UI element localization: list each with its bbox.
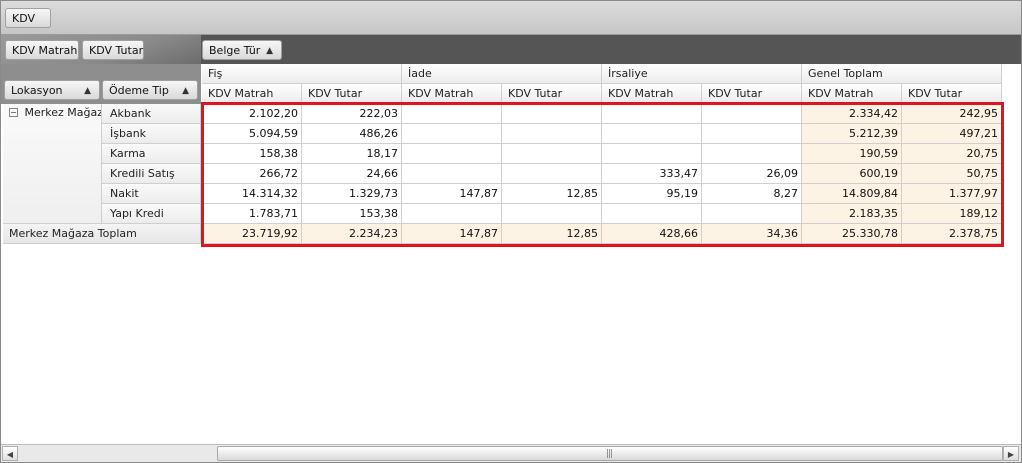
column-header-fis[interactable]: Fiş — [202, 64, 402, 84]
value-cell[interactable] — [502, 124, 602, 144]
measure-header[interactable]: KDV Matrah — [602, 84, 702, 104]
row-header-merkez-magaza[interactable]: − Merkez Mağaza — [3, 104, 102, 224]
total-value-cell[interactable]: 23.719,92 — [202, 224, 302, 244]
value-cell[interactable]: 2.183,35 — [802, 204, 902, 224]
value-cell[interactable] — [402, 124, 502, 144]
value-cell[interactable]: 2.102,20 — [202, 104, 302, 124]
measure-header[interactable]: KDV Tutar — [302, 84, 402, 104]
value-cell[interactable]: 1.329,73 — [302, 184, 402, 204]
value-cell[interactable]: 497,21 — [902, 124, 1002, 144]
data-field-kdv-tutar[interactable]: KDV Tutar — [82, 40, 144, 60]
value-cell[interactable] — [602, 124, 702, 144]
value-cell[interactable]: 95,19 — [602, 184, 702, 204]
value-cell[interactable]: 333,47 — [602, 164, 702, 184]
row-field-label: Lokasyon — [11, 84, 63, 97]
row-header-label: Merkez Mağaza — [24, 106, 102, 119]
value-cell[interactable] — [702, 144, 802, 164]
value-cell[interactable] — [402, 164, 502, 184]
measure-header[interactable]: KDV Matrah — [802, 84, 902, 104]
total-value-cell[interactable]: 12,85 — [502, 224, 602, 244]
value-cell[interactable]: 2.334,42 — [802, 104, 902, 124]
total-value-cell[interactable]: 34,36 — [702, 224, 802, 244]
row-field-odeme-tip[interactable]: Ödeme Tip ▲ — [102, 80, 198, 100]
value-cell[interactable]: 14.809,84 — [802, 184, 902, 204]
data-field-kdv-matrah[interactable]: KDV Matrah — [5, 40, 79, 60]
value-cell[interactable] — [702, 204, 802, 224]
value-cell[interactable]: 26,09 — [702, 164, 802, 184]
value-cell[interactable]: 18,17 — [302, 144, 402, 164]
row-header-merkez-magaza-toplam[interactable]: Merkez Mağaza Toplam — [3, 224, 201, 244]
value-cell[interactable]: 1.783,71 — [202, 204, 302, 224]
column-header-irsaliye[interactable]: İrsaliye — [602, 64, 802, 84]
value-cell[interactable]: 153,38 — [302, 204, 402, 224]
measure-header[interactable]: KDV Matrah — [202, 84, 302, 104]
measure-header[interactable]: KDV Matrah — [402, 84, 502, 104]
value-cell[interactable]: 266,72 — [202, 164, 302, 184]
row-header-kredili-satis[interactable]: Kredili Satış — [102, 164, 201, 184]
value-cell[interactable] — [402, 144, 502, 164]
row-header-yapi-kredi[interactable]: Yapı Kredi — [102, 204, 201, 224]
value-cell[interactable] — [502, 104, 602, 124]
row-header-karma[interactable]: Karma — [102, 144, 201, 164]
value-cell[interactable] — [702, 124, 802, 144]
pivot-grid: KDV KDV Matrah KDV Tutar Belge Tür ▲ Lok… — [0, 0, 1022, 463]
total-value-cell[interactable]: 2.234,23 — [302, 224, 402, 244]
total-value-cell[interactable]: 25.330,78 — [802, 224, 902, 244]
total-value-cell[interactable]: 147,87 — [402, 224, 502, 244]
value-cell[interactable]: 242,95 — [902, 104, 1002, 124]
value-cell[interactable]: 8,27 — [702, 184, 802, 204]
value-cell[interactable]: 20,75 — [902, 144, 1002, 164]
value-cell[interactable]: 147,87 — [402, 184, 502, 204]
value-cell[interactable]: 600,19 — [802, 164, 902, 184]
scrollbar-thumb[interactable]: ||| — [217, 446, 1003, 461]
value-cell[interactable] — [702, 104, 802, 124]
value-cell[interactable]: 14.314,32 — [202, 184, 302, 204]
value-cell[interactable]: 189,12 — [902, 204, 1002, 224]
value-cell[interactable]: 486,26 — [302, 124, 402, 144]
sort-ascending-icon: ▲ — [84, 86, 91, 96]
measure-header[interactable]: KDV Tutar — [702, 84, 802, 104]
row-header-isbank[interactable]: İşbank — [102, 124, 201, 144]
row-header-nakit[interactable]: Nakit — [102, 184, 201, 204]
value-cell[interactable]: 5.212,39 — [802, 124, 902, 144]
row-field-lokasyon[interactable]: Lokasyon ▲ — [4, 80, 100, 100]
value-cell[interactable]: 1.377,97 — [902, 184, 1002, 204]
horizontal-scrollbar[interactable]: ◀ ||| ▶ — [1, 444, 1021, 462]
row-header-akbank[interactable]: Akbank — [102, 104, 201, 124]
value-cell[interactable]: 50,75 — [902, 164, 1002, 184]
total-value-cell[interactable]: 428,66 — [602, 224, 702, 244]
measure-header[interactable]: KDV Tutar — [902, 84, 1002, 104]
value-cell[interactable]: 5.094,59 — [202, 124, 302, 144]
value-cell[interactable] — [502, 144, 602, 164]
filter-field-kdv[interactable]: KDV — [5, 8, 51, 28]
value-cell[interactable] — [602, 204, 702, 224]
column-field-label: Belge Tür — [209, 44, 261, 57]
value-cell[interactable] — [602, 144, 702, 164]
column-header-genel-toplam[interactable]: Genel Toplam — [802, 64, 1002, 84]
value-cell[interactable] — [602, 104, 702, 124]
value-cell[interactable] — [502, 204, 602, 224]
value-cell[interactable]: 222,03 — [302, 104, 402, 124]
total-value-cell[interactable]: 2.378,75 — [902, 224, 1002, 244]
measure-header[interactable]: KDV Tutar — [502, 84, 602, 104]
row-field-label: Ödeme Tip — [109, 84, 169, 97]
sort-ascending-icon: ▲ — [182, 86, 189, 96]
value-cell[interactable] — [502, 164, 602, 184]
value-cell[interactable] — [402, 104, 502, 124]
filter-area: KDV — [1, 1, 1021, 35]
value-cell[interactable]: 12,85 — [502, 184, 602, 204]
value-cell[interactable]: 158,38 — [202, 144, 302, 164]
column-header-iade[interactable]: İade — [402, 64, 602, 84]
value-cell[interactable]: 190,59 — [802, 144, 902, 164]
scroll-right-arrow-icon[interactable]: ▶ — [1003, 446, 1019, 461]
grip-icon: ||| — [606, 449, 613, 459]
sort-ascending-icon: ▲ — [266, 46, 273, 56]
value-cell[interactable] — [402, 204, 502, 224]
column-field-belge-tur[interactable]: Belge Tür ▲ — [202, 40, 282, 60]
collapse-icon[interactable]: − — [9, 107, 18, 117]
data-header-area: KDV Matrah KDV Tutar Belge Tür ▲ — [1, 35, 1021, 64]
scroll-left-arrow-icon[interactable]: ◀ — [2, 446, 18, 461]
value-cell[interactable]: 24,66 — [302, 164, 402, 184]
